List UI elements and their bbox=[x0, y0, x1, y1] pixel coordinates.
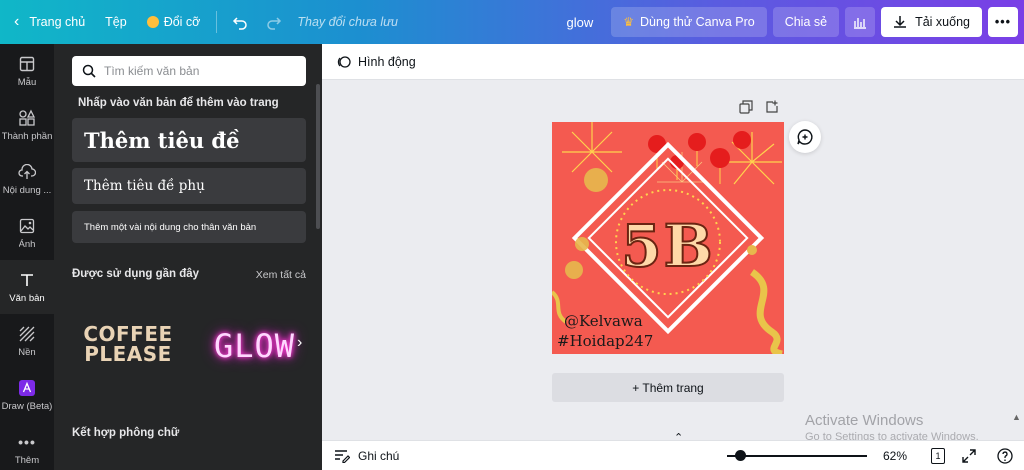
resize-button[interactable]: Đổi cỡ bbox=[137, 0, 211, 44]
windows-watermark-title: Activate Windows bbox=[805, 412, 924, 429]
rail-label: Draw (Beta) bbox=[1, 400, 53, 412]
secondary-toolbar: Hình động bbox=[322, 44, 1024, 80]
home-button[interactable]: ‹ Trang chủ bbox=[0, 0, 95, 44]
search-input[interactable] bbox=[104, 64, 294, 78]
page-tools bbox=[739, 100, 779, 114]
chevron-right-icon[interactable]: › bbox=[297, 334, 302, 352]
add-page-icon[interactable] bbox=[765, 100, 779, 114]
top-bar-right: glow ♛ Dùng thử Canva Pro Chia sẻ Tải xu… bbox=[567, 0, 1024, 44]
download-button[interactable]: Tải xuống bbox=[881, 7, 982, 37]
save-status: Thay đổi chưa lưu bbox=[297, 15, 399, 29]
zoom-slider-thumb[interactable] bbox=[735, 450, 746, 461]
rail-item-elements[interactable]: Thành phần bbox=[0, 98, 54, 152]
rail-item-photos[interactable]: Ảnh bbox=[0, 206, 54, 260]
animate-icon bbox=[337, 55, 351, 68]
help-button[interactable] bbox=[996, 447, 1014, 465]
photo-icon bbox=[18, 217, 36, 235]
undo-button[interactable] bbox=[223, 0, 257, 44]
rail-item-more[interactable]: ••• Thêm bbox=[0, 422, 54, 470]
zoom-slider-track[interactable] bbox=[727, 455, 867, 457]
design-page[interactable]: 5B @Kelvawa #Hoidap247 bbox=[552, 122, 784, 354]
page-count: 1 bbox=[931, 448, 945, 464]
add-comment-button[interactable] bbox=[789, 121, 821, 153]
rail-item-uploads[interactable]: Nội dung ... bbox=[0, 152, 54, 206]
see-all-link[interactable]: Xem tất cả bbox=[256, 269, 306, 281]
recent-font-coffee-please[interactable]: COFFEE PLEASE bbox=[82, 324, 174, 364]
page-count-button[interactable]: 1 bbox=[929, 447, 947, 465]
file-menu[interactable]: Tệp bbox=[95, 0, 137, 44]
expand-icon bbox=[962, 449, 976, 463]
bar-chart-icon bbox=[854, 18, 867, 29]
animate-button[interactable]: Hình động bbox=[358, 55, 416, 69]
rail-item-text[interactable]: Văn bản bbox=[0, 260, 54, 314]
home-label: Trang chủ bbox=[29, 15, 86, 29]
more-dots-icon: ••• bbox=[994, 15, 1012, 29]
comment-plus-icon bbox=[797, 129, 813, 145]
resize-label: Đổi cỡ bbox=[163, 15, 201, 29]
add-body-text-button[interactable]: Thêm một vài nội dung cho thân văn bản bbox=[72, 211, 306, 243]
download-label: Tải xuống bbox=[915, 15, 970, 29]
share-button[interactable]: Chia sẻ bbox=[772, 7, 840, 37]
rail-label: Thêm bbox=[14, 454, 40, 466]
notes-icon bbox=[335, 449, 350, 463]
insights-button[interactable] bbox=[845, 7, 876, 37]
rail-item-draw[interactable]: Draw (Beta) bbox=[0, 368, 54, 422]
upload-icon bbox=[18, 163, 36, 181]
search-box[interactable] bbox=[72, 56, 306, 86]
rail-item-templates[interactable]: Mẫu bbox=[0, 44, 54, 98]
fullscreen-button[interactable] bbox=[960, 447, 978, 465]
text-panel: Nhấp vào văn bản để thêm vào trang Thêm … bbox=[54, 44, 322, 470]
search-icon bbox=[82, 64, 96, 78]
try-pro-label: Dùng thử Canva Pro bbox=[640, 15, 755, 29]
draw-icon bbox=[18, 379, 36, 397]
panel-hint: Nhấp vào văn bản để thêm vào trang bbox=[78, 97, 279, 109]
chevron-left-icon: ‹ bbox=[14, 13, 20, 30]
rail-item-background[interactable]: Nền bbox=[0, 314, 54, 368]
add-heading-button[interactable]: Thêm tiêu đề bbox=[72, 118, 306, 162]
undo-icon bbox=[233, 17, 248, 30]
recent-section-title: Được sử dụng gần đây bbox=[72, 268, 200, 280]
help-icon bbox=[997, 448, 1013, 464]
design-heading-text: 5B bbox=[620, 211, 715, 281]
rail-label: Văn bản bbox=[9, 292, 45, 304]
left-rail: Mẫu Thành phần Nội dung ... Ảnh Văn bản … bbox=[0, 44, 54, 470]
file-label: Tệp bbox=[105, 15, 127, 29]
design-hashtag-line: #Hoidap247 bbox=[557, 332, 654, 350]
redo-icon bbox=[267, 17, 282, 30]
elements-icon bbox=[18, 109, 36, 127]
rail-label: Mẫu bbox=[17, 76, 37, 88]
rail-label: Nền bbox=[18, 346, 36, 358]
download-icon bbox=[894, 16, 907, 28]
redo-button[interactable] bbox=[257, 0, 291, 44]
document-title[interactable]: glow bbox=[567, 15, 594, 30]
bottom-bar: Ghi chú 62% 1 bbox=[322, 440, 1024, 470]
try-pro-button[interactable]: ♛ Dùng thử Canva Pro bbox=[611, 7, 767, 37]
template-icon bbox=[18, 55, 36, 73]
zoom-level[interactable]: 62% bbox=[883, 449, 907, 463]
duplicate-page-icon[interactable] bbox=[739, 100, 753, 114]
more-icon: ••• bbox=[18, 433, 36, 450]
rail-label: Nội dung ... bbox=[2, 184, 52, 196]
top-bar: ‹ Trang chủ Tệp Đổi cỡ Thay đổi chưa lưu… bbox=[0, 0, 1024, 44]
font-combos-title: Kết hợp phông chữ bbox=[72, 427, 180, 439]
add-page-button[interactable]: + Thêm trang bbox=[552, 373, 784, 402]
background-icon bbox=[18, 325, 36, 343]
crown-icon bbox=[146, 16, 159, 28]
text-icon bbox=[18, 271, 36, 289]
rail-label: Thành phần bbox=[1, 130, 53, 142]
scroll-up-icon[interactable]: ▲ bbox=[1012, 412, 1021, 422]
rail-label: Ảnh bbox=[18, 238, 36, 250]
crown-icon: ♛ bbox=[623, 15, 635, 29]
more-options-button[interactable]: ••• bbox=[988, 7, 1018, 37]
add-subheading-button[interactable]: Thêm tiêu đề phụ bbox=[72, 168, 306, 204]
divider bbox=[216, 11, 218, 33]
notes-label: Ghi chú bbox=[358, 448, 400, 463]
panel-scrollbar[interactable] bbox=[316, 84, 320, 229]
share-label: Chia sẻ bbox=[784, 15, 828, 29]
notes-button[interactable]: Ghi chú bbox=[334, 449, 399, 463]
recent-font-glow[interactable]: GLOW bbox=[214, 327, 295, 365]
design-handle-line: @Kelvawa bbox=[564, 312, 643, 330]
